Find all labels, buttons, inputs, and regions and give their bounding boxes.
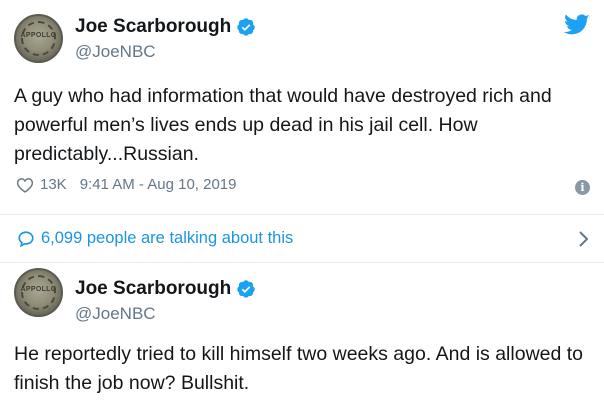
author-handle[interactable]: @JoeNBC	[75, 304, 156, 324]
tweet-text: A guy who had information that would hav…	[14, 85, 552, 165]
tweet-card-1[interactable]: APPOLLO Joe Scarborough @JoeNBC A guy wh…	[0, 0, 604, 215]
verified-badge-icon	[237, 280, 255, 298]
verified-badge-icon	[237, 18, 255, 36]
author-name-line: Joe Scarborough	[75, 16, 256, 38]
info-icon[interactable]: i	[575, 180, 590, 195]
avatar-coin-text: APPOLLO	[20, 286, 57, 293]
speech-bubble-icon	[18, 231, 34, 248]
like-count[interactable]: 13K	[40, 176, 67, 193]
tweet-meta: 13K 9:41 AM - Aug 10, 2019	[16, 176, 237, 193]
author-display-name[interactable]: Joe Scarborough	[75, 278, 231, 300]
author-handle[interactable]: @JoeNBC	[75, 42, 156, 62]
author-name-line: Joe Scarborough	[75, 278, 256, 300]
avatar[interactable]: APPOLLO	[14, 268, 63, 317]
author-display-name[interactable]: Joe Scarborough	[75, 16, 231, 38]
tweet-card-2[interactable]: APPOLLO Joe Scarborough @JoeNBC He repor…	[0, 262, 604, 404]
tweet-text: He reportedly tried to kill himself two …	[14, 343, 584, 394]
talking-count-link[interactable]: 6,099 people are talking about this	[41, 229, 293, 248]
tweet-timestamp[interactable]: 9:41 AM - Aug 10, 2019	[80, 176, 237, 193]
avatar-coin-text: APPOLLO	[20, 32, 57, 39]
conversation-link[interactable]: 6,099 people are talking about this	[0, 215, 604, 262]
heart-icon[interactable]	[16, 177, 34, 193]
chevron-right-icon[interactable]	[578, 230, 590, 248]
avatar[interactable]: APPOLLO	[14, 14, 63, 63]
twitter-bird-icon[interactable]	[564, 14, 590, 36]
